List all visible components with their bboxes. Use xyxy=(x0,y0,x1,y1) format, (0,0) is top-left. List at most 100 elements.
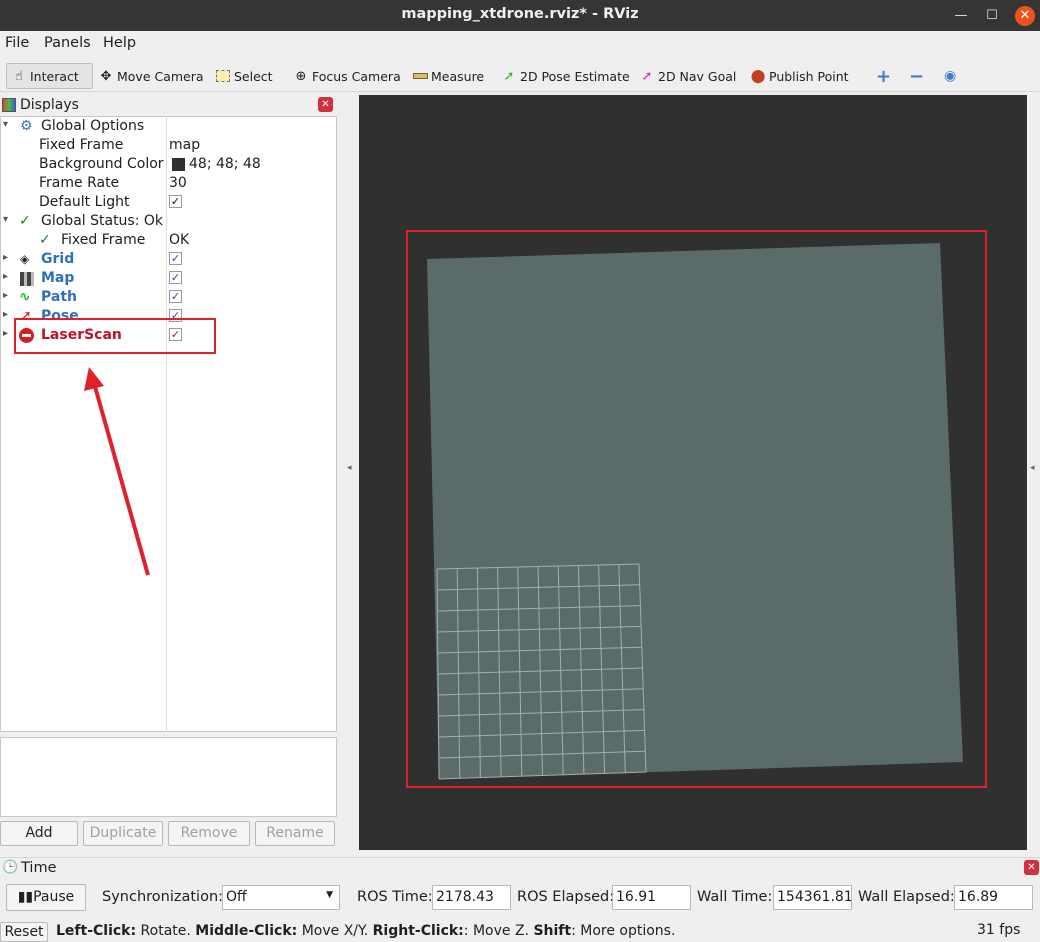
tree-row-frame-rate[interactable]: Frame Rate 30 xyxy=(0,174,336,193)
publish-point-button[interactable]: ⬤ Publish Point xyxy=(746,63,853,89)
menu-bar: File Panels Help xyxy=(0,31,1040,58)
remove-tool-icon[interactable]: − xyxy=(905,63,928,89)
help-middle-click-key: Middle-Click: xyxy=(195,923,298,939)
interact-tool-button[interactable]: ☝ Interact xyxy=(6,63,93,89)
minimize-icon[interactable]: — xyxy=(951,6,971,26)
help-shift-text: : More options. xyxy=(571,923,676,939)
ros-time-label: ROS Time: xyxy=(357,889,433,905)
tree-row-path[interactable]: ▸ ∿ Path ✓ xyxy=(0,288,336,307)
map-checkbox[interactable]: ✓ xyxy=(169,271,182,284)
annotation-highlight-laserscan xyxy=(14,318,216,354)
eye-icon[interactable]: ◉ xyxy=(940,63,960,89)
toolbar: ☝ Interact ✥ Move Camera Select ⊕ Focus … xyxy=(0,58,1040,92)
hand-pointer-icon: ☝ xyxy=(15,68,23,84)
remove-button[interactable]: Remove xyxy=(168,821,250,846)
add-tool-icon[interactable]: + xyxy=(872,63,895,89)
nav-goal-button[interactable]: ➚ 2D Nav Goal xyxy=(635,63,740,89)
fixed-frame-label: Fixed Frame xyxy=(39,137,124,153)
map-icon xyxy=(20,272,34,286)
tree-row-global-status[interactable]: ▾ ✓ Global Status: Ok xyxy=(0,212,336,231)
frame-rate-value[interactable]: 30 xyxy=(169,175,187,191)
collapse-left-icon[interactable]: ◂ xyxy=(347,463,352,473)
path-icon: ∿ xyxy=(19,289,31,305)
time-panel-title: Time xyxy=(21,860,57,876)
select-label: Select xyxy=(234,68,273,84)
crosshair-icon: ⊕ xyxy=(295,68,307,84)
time-panel-header: 🕒 Time ✕ xyxy=(0,857,1040,878)
tree-row-map[interactable]: ▸ Map ✓ xyxy=(0,269,336,288)
status-fixed-frame-label: Fixed Frame xyxy=(61,232,146,248)
sync-select[interactable]: Off ▼ xyxy=(222,885,340,910)
green-arrow-icon: ➚ xyxy=(503,68,515,84)
wall-elapsed-field[interactable]: 16.89 xyxy=(954,885,1033,910)
expand-down-icon: ▾ xyxy=(3,119,9,130)
color-swatch[interactable] xyxy=(172,158,185,171)
tree-row-default-light[interactable]: Default Light ✓ xyxy=(0,193,336,212)
check-icon: ✓ xyxy=(39,232,51,248)
menu-help[interactable]: Help xyxy=(103,35,136,51)
ros-time-field[interactable]: 2178.43 xyxy=(432,885,511,910)
expand-right-icon: ▸ xyxy=(3,252,9,263)
status-fixed-frame-value: OK xyxy=(169,232,190,248)
annotation-highlight-viewport xyxy=(406,230,987,788)
tree-row-global-options[interactable]: ▾ ⚙ Global Options xyxy=(0,117,336,136)
reset-button[interactable]: Reset xyxy=(0,922,48,942)
maximize-icon[interactable]: ☐ xyxy=(982,6,1002,26)
add-button[interactable]: Add xyxy=(0,821,78,846)
close-panel-icon[interactable]: ✕ xyxy=(318,97,333,112)
expand-right-icon: ▸ xyxy=(3,328,9,339)
help-right-click-text: : Move Z. xyxy=(463,923,534,939)
menu-file[interactable]: File xyxy=(5,35,29,51)
measure-button[interactable]: Measure xyxy=(408,63,488,89)
help-left-click-text: Rotate. xyxy=(136,923,196,939)
property-description-box xyxy=(0,737,337,817)
fixed-frame-value[interactable]: map xyxy=(169,137,200,153)
panel-splitter[interactable]: ◂ xyxy=(344,95,358,850)
map-pin-icon: ⬤ xyxy=(750,68,766,84)
ruler-icon xyxy=(412,68,428,84)
expand-right-icon: ▸ xyxy=(3,309,9,320)
background-color-value[interactable]: 48; 48; 48 xyxy=(189,156,261,172)
interact-label: Interact xyxy=(30,68,79,84)
displays-title: Displays xyxy=(20,97,79,113)
ros-elapsed-label: ROS Elapsed: xyxy=(517,889,615,905)
fps-counter: 31 fps xyxy=(977,922,1021,938)
pause-label: Pause xyxy=(33,889,75,905)
rename-button[interactable]: Rename xyxy=(255,821,335,846)
duplicate-button[interactable]: Duplicate xyxy=(83,821,163,846)
help-right-click-key: Right-Click: xyxy=(372,923,464,939)
pause-button[interactable]: ▮▮Pause xyxy=(6,884,86,911)
pose-estimate-button[interactable]: ➚ 2D Pose Estimate xyxy=(497,63,634,89)
ros-elapsed-field[interactable]: 16.91 xyxy=(612,885,691,910)
global-options-label: Global Options xyxy=(41,118,145,134)
tree-row-grid[interactable]: ▸ ◈ Grid ✓ xyxy=(0,250,336,269)
close-time-panel-icon[interactable]: ✕ xyxy=(1024,860,1039,875)
move-camera-icon: ✥ xyxy=(100,68,112,84)
tree-row-status-fixed-frame[interactable]: ✓ Fixed Frame OK xyxy=(0,231,336,250)
default-light-checkbox[interactable]: ✓ xyxy=(169,195,182,208)
select-box-icon xyxy=(215,68,231,84)
publish-point-label: Publish Point xyxy=(769,68,849,84)
path-label: Path xyxy=(41,289,77,305)
path-checkbox[interactable]: ✓ xyxy=(169,290,182,303)
chevron-down-icon: ▼ xyxy=(326,890,333,900)
nav-goal-label: 2D Nav Goal xyxy=(658,68,737,84)
annotation-arrow xyxy=(84,367,150,576)
tree-row-background-color[interactable]: Background Color 48; 48; 48 xyxy=(0,155,336,174)
window-titlebar: mapping_xtdrone.rviz* - RViz — ☐ ✕ xyxy=(0,0,1040,31)
tree-row-fixed-frame[interactable]: Fixed Frame map xyxy=(0,136,336,155)
close-icon[interactable]: ✕ xyxy=(1015,6,1035,26)
focus-camera-label: Focus Camera xyxy=(312,68,401,84)
focus-camera-button[interactable]: ⊕ Focus Camera xyxy=(289,63,405,89)
grid-checkbox[interactable]: ✓ xyxy=(169,252,182,265)
collapse-right-icon[interactable]: ◂ xyxy=(1030,463,1035,473)
menu-panels[interactable]: Panels xyxy=(44,35,91,51)
measure-label: Measure xyxy=(431,68,485,84)
select-tool-button[interactable]: Select xyxy=(211,63,277,89)
window-title: mapping_xtdrone.rviz* - RViz xyxy=(401,6,639,22)
wall-time-field[interactable]: 154361.81 xyxy=(773,885,852,910)
global-status-label: Global Status: Ok xyxy=(41,213,164,229)
expand-down-icon: ▾ xyxy=(3,214,9,225)
move-camera-button[interactable]: ✥ Move Camera xyxy=(94,63,208,89)
pose-estimate-label: 2D Pose Estimate xyxy=(520,68,630,84)
